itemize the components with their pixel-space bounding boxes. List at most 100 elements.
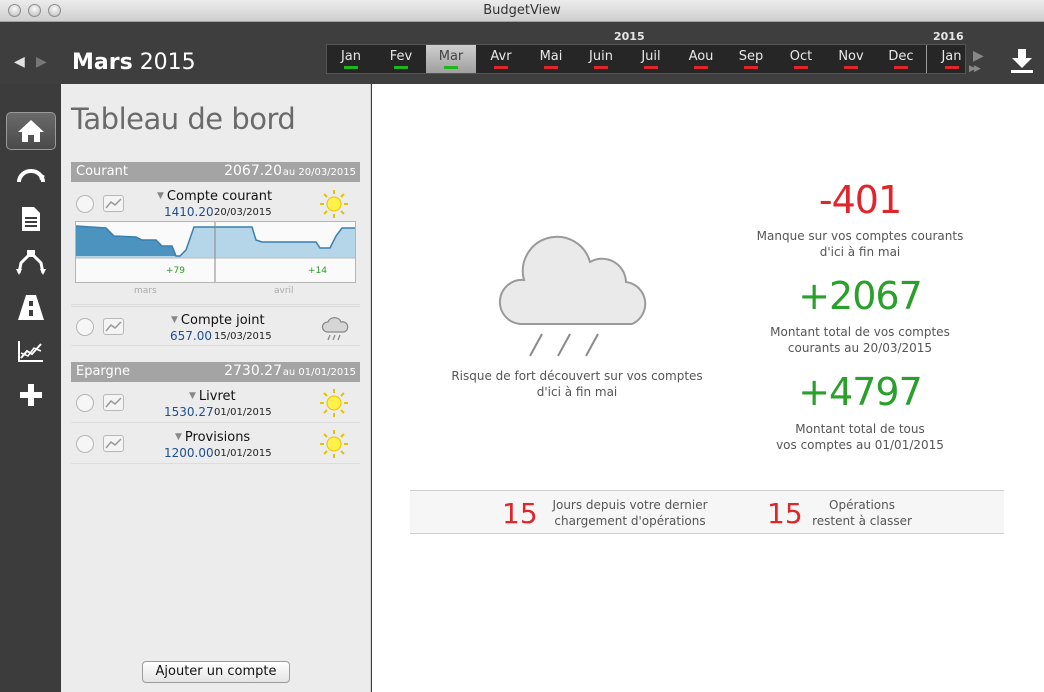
timeline-month-9[interactable]: Oct [776, 45, 826, 73]
split-icon [16, 250, 46, 275]
group-header-epargne[interactable]: Epargne 2730.27 au 01/01/2015 [71, 362, 360, 382]
timeline-month-3[interactable]: Avr [476, 45, 526, 73]
account-date: 15/03/2015 [214, 331, 272, 342]
account-select-radio[interactable] [76, 195, 94, 213]
account-graph-toggle[interactable] [103, 394, 124, 411]
account-amount: 1530.27 [164, 405, 214, 419]
operations-to-categorize-label[interactable]: Opérations restent à classer [802, 497, 922, 529]
account-balance-chart[interactable]: +79 +14 [75, 221, 356, 283]
group-header-courant[interactable]: Courant 2067.20 au 20/03/2015 [71, 162, 360, 182]
gauge-icon [17, 169, 45, 183]
account-select-radio[interactable] [76, 435, 94, 453]
chart-month-right: avril [274, 286, 294, 296]
nav-home-button[interactable] [6, 112, 56, 150]
home-icon [18, 120, 44, 142]
stat-all-total-description: Montant total de tous vos comptes au 01/… [720, 421, 1000, 453]
timeline-month-status-bar [544, 66, 558, 69]
timeline-month-status-bar [644, 66, 658, 69]
plus-icon [20, 384, 42, 406]
account-row-livret: ▼ Livret 1530.27 01/01/2015 [71, 383, 360, 423]
timeline-month-status-bar [344, 66, 358, 69]
nav-operations-button[interactable] [6, 200, 56, 238]
timeline-month-status-bar [945, 66, 959, 69]
nav-analysis-button[interactable] [6, 332, 56, 370]
stat-all-total-value: +4797 [798, 370, 923, 414]
days-label-line-1: Jours depuis votre dernier [552, 498, 708, 512]
timeline-forward-arrow-icon[interactable]: ▶ [973, 48, 984, 64]
current-month-title: Mars 2015 [72, 50, 196, 75]
account-amount: 1200.00 [164, 446, 214, 460]
group-date: au 01/01/2015 [282, 367, 356, 378]
next-month-arrow-icon[interactable]: ▶ [36, 54, 47, 70]
timeline-month-label: Aou [688, 49, 714, 64]
timeline-month-status-bar [394, 66, 408, 69]
line-graph-icon [105, 397, 122, 408]
toolbar: ◀ ▶ Mars 2015 2015 2016 Jan Fev Mar Avr Mai J… [0, 22, 1044, 84]
nav-add-button[interactable] [6, 376, 56, 414]
timeline-fast-forward-icon[interactable]: ▶▶ [969, 64, 981, 74]
previous-month-arrow-icon[interactable]: ◀ [14, 54, 25, 70]
chart-icon [18, 341, 43, 362]
timeline-month-status-bar [594, 66, 608, 69]
timeline-month-8[interactable]: Sep [726, 45, 776, 73]
timeline-month-6[interactable]: Juil [626, 45, 676, 73]
nav-budget-button[interactable] [6, 157, 56, 195]
nav-projects-button[interactable] [6, 288, 56, 326]
ops-label-line-1: Opérations [829, 498, 895, 512]
group-name: Courant [76, 164, 128, 179]
days-since-import-label[interactable]: Jours depuis votre dernier chargement d'… [538, 497, 722, 529]
expand-triangle-icon[interactable]: ▼ [157, 191, 164, 201]
timeline-month-1[interactable]: Fev [376, 45, 426, 73]
navigation-sidebar [0, 84, 61, 692]
timeline-month-10[interactable]: Nov [826, 45, 876, 73]
nav-categorization-button[interactable] [6, 244, 56, 282]
account-select-radio[interactable] [76, 318, 94, 336]
days-since-import-value: 15 [502, 497, 538, 530]
account-graph-toggle[interactable] [103, 318, 124, 335]
risk-message: Risque de fort découvert sur vos comptes… [432, 368, 722, 400]
timeline-month-label: Nov [838, 49, 864, 64]
account-name[interactable]: ▼ Compte joint [171, 313, 265, 328]
timeline-month-label: Mai [539, 49, 563, 64]
current-month-year: 2015 [139, 50, 196, 75]
stat-current-total-value: +2067 [798, 274, 923, 318]
account-amount: 657.00 [170, 329, 212, 343]
account-graph-toggle[interactable] [103, 435, 124, 452]
account-select-radio[interactable] [76, 394, 94, 412]
timeline-month-11[interactable]: Dec [876, 45, 926, 73]
add-account-button[interactable]: Ajouter un compte [142, 661, 290, 683]
timeline-month-status-bar [894, 66, 908, 69]
stat-current-total-description: Montant total de vos comptes courants au… [720, 324, 1000, 356]
expand-triangle-icon[interactable]: ▼ [189, 391, 196, 401]
chart-month-left: mars [134, 286, 157, 296]
timeline-month-label: Oct [789, 49, 813, 64]
account-name[interactable]: ▼ Livret [189, 389, 236, 404]
account-amount: 1410.20 [164, 205, 214, 219]
timeline-month-2[interactable]: Mar [426, 45, 476, 73]
timeline-month-label: Jan [941, 49, 962, 64]
stat-shortfall-line-1: Manque sur vos comptes courants [756, 229, 964, 243]
timeline-month-4[interactable]: Mai [526, 45, 576, 73]
risk-message-line-2: d'ici à fin mai [536, 385, 618, 399]
timeline-month-label: Jan [340, 49, 362, 64]
stat-current-total-line-1: Montant total de vos comptes [770, 325, 950, 339]
timeline-month-label: Fev [389, 49, 413, 64]
timeline-month-status-bar [794, 66, 808, 69]
account-name[interactable]: ▼ Provisions [175, 430, 250, 445]
account-name[interactable]: ▼ Compte courant [157, 189, 272, 204]
expand-triangle-icon[interactable]: ▼ [175, 432, 182, 442]
rain-cloud-icon [321, 317, 349, 341]
sun-icon [320, 190, 348, 218]
timeline-month-5[interactable]: Juin [576, 45, 626, 73]
month-timeline: Jan Fev Mar Avr Mai Juin Juil Aou Sep Oct Nov Dec Ja… [326, 44, 966, 74]
expand-triangle-icon[interactable]: ▼ [171, 315, 178, 325]
timeline-month-status-bar [744, 66, 758, 69]
accounts-panel: Tableau de bord Courant 2067.20 au 20/03… [61, 84, 371, 692]
account-graph-toggle[interactable] [103, 195, 124, 212]
group-amount: 2067.20 [224, 163, 282, 179]
timeline-month-0[interactable]: Jan [326, 45, 376, 73]
download-icon[interactable] [1008, 46, 1036, 74]
timeline-month-7[interactable]: Aou [676, 45, 726, 73]
stat-shortfall-line-2: d'ici à fin mai [819, 245, 901, 259]
stat-current-total-line-2: courants au 20/03/2015 [787, 341, 933, 355]
